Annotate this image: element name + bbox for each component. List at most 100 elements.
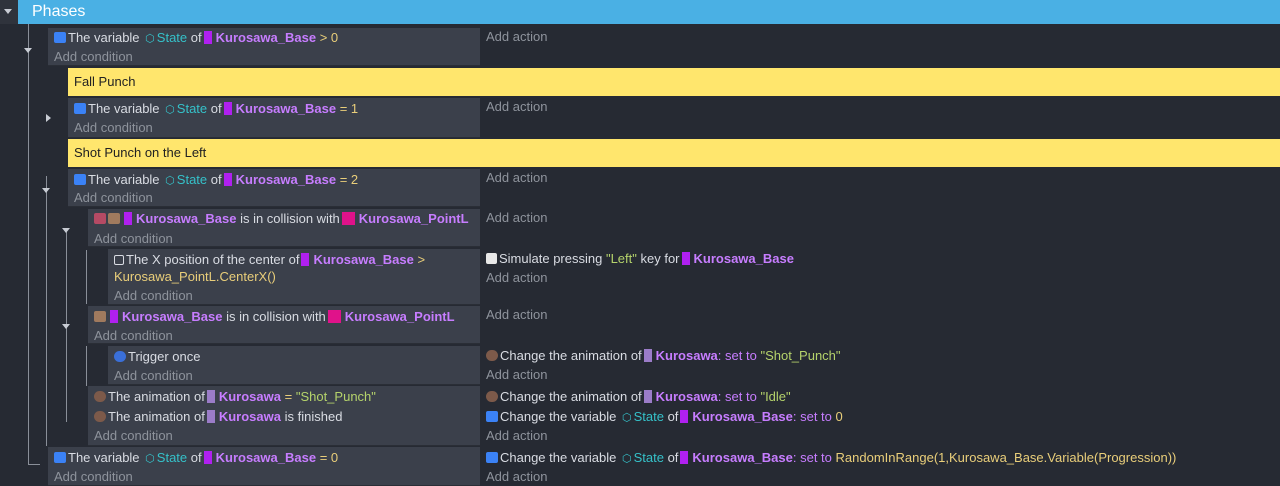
collapse-arrow-icon[interactable] (62, 324, 70, 329)
add-action-link[interactable]: Add action (486, 269, 547, 287)
variable-icon (74, 174, 86, 185)
trigger-once-icon (114, 351, 126, 362)
add-condition-link[interactable]: Add condition (74, 119, 153, 137)
tree-line (46, 176, 47, 446)
add-action-link[interactable]: Add action (486, 306, 547, 324)
add-condition-link[interactable]: Add condition (94, 327, 173, 345)
add-action-link[interactable]: Add action (486, 28, 547, 46)
object-thumbnail (110, 310, 118, 323)
event-3-conditions[interactable]: The variable ⬡ State of Kurosawa_Base = 2 … (68, 169, 480, 207)
action-change-variable[interactable]: Change the variable ⬡ State of Kurosawa_Ba… (486, 408, 843, 426)
object-thumbnail (203, 31, 212, 44)
comment-fall-punch[interactable]: Fall Punch (68, 68, 1280, 96)
expand-arrow-icon[interactable] (46, 114, 51, 122)
sprite-thumbnail (643, 390, 652, 403)
add-condition-link[interactable]: Add condition (74, 189, 153, 207)
object-thumbnail (124, 212, 132, 225)
event-7-actions[interactable]: Change the animation of Kurosawa: set to … (480, 346, 1280, 385)
animation-icon (94, 411, 106, 422)
object-thumbnail (680, 451, 689, 464)
object-thumbnail (203, 451, 212, 464)
variable-icon (486, 411, 498, 422)
event-6-actions[interactable]: Add action (480, 306, 1280, 344)
animation-icon (486, 350, 498, 361)
object-thumbnail (223, 173, 232, 186)
object-pair-icon (94, 311, 106, 322)
action-change-animation[interactable]: Change the animation of Kurosawa: set to … (486, 388, 791, 406)
condition-animation-compare[interactable]: The animation of Kurosawa = "Shot_Punch" (94, 388, 376, 406)
action-change-variable[interactable]: Change the variable ⬡ State of Kurosawa_Ba… (486, 449, 1176, 467)
event-9-actions[interactable]: Change the variable ⬡ State of Kurosawa_Ba… (480, 447, 1280, 486)
event-8-actions[interactable]: Change the animation of Kurosawa: set to … (480, 386, 1280, 446)
condition-expression: Kurosawa_PointL.CenterX() (114, 269, 276, 284)
object-thumbnail (223, 102, 232, 115)
condition-collision[interactable]: Kurosawa_Base is in collision with Kurosa… (94, 210, 469, 228)
tree-line (86, 346, 87, 386)
object-thumbnail (301, 253, 310, 266)
add-action-link[interactable]: Add action (486, 366, 547, 384)
event-2-conditions[interactable]: The variable ⬡ State of Kurosawa_Base = 1 … (68, 98, 480, 138)
event-3-actions[interactable]: Add action (480, 169, 1280, 207)
collision-icon (94, 213, 106, 224)
tree-line (28, 464, 40, 465)
sprite-thumbnail (643, 349, 652, 362)
add-condition-link[interactable]: Add condition (54, 48, 133, 66)
add-action-link[interactable]: Add action (486, 468, 547, 486)
event-8-conditions[interactable]: The animation of Kurosawa = "Shot_Punch" … (88, 386, 480, 446)
event-6-conditions[interactable]: Kurosawa_Base is in collision with Kurosa… (88, 306, 480, 344)
object-thumbnail (327, 310, 341, 323)
collapse-arrow-icon[interactable] (4, 9, 12, 14)
event-1-conditions[interactable]: The variable ⬡ State of Kurosawa_Base > 0 … (48, 28, 480, 66)
object-thumbnail (680, 410, 689, 423)
event-2-actions[interactable]: Add action (480, 98, 1280, 138)
condition-variable-compare[interactable]: The variable ⬡ State of Kurosawa_Base > 0 (54, 29, 338, 47)
add-condition-link[interactable]: Add condition (94, 230, 173, 248)
animation-icon (94, 391, 106, 402)
add-action-link[interactable]: Add action (486, 209, 547, 227)
condition-trigger-once[interactable]: Trigger once (114, 348, 201, 366)
collapse-arrow-icon[interactable] (42, 188, 50, 193)
add-action-link[interactable]: Add action (486, 169, 547, 187)
cube-icon: ⬡ (165, 104, 175, 116)
cube-icon: ⬡ (621, 453, 632, 465)
event-4-conditions[interactable]: Kurosawa_Base is in collision with Kurosa… (88, 209, 480, 247)
variable-icon (74, 103, 86, 114)
cube-icon: ⬡ (145, 453, 155, 465)
event-5-actions[interactable]: Simulate pressing "Left" key for Kurosawa… (480, 249, 1280, 305)
group-phases-header[interactable]: Phases (18, 0, 1280, 24)
variable-icon (54, 452, 66, 463)
add-condition-link[interactable]: Add condition (114, 367, 193, 385)
collapse-arrow-icon[interactable] (62, 228, 70, 233)
tree-line (86, 250, 87, 304)
action-simulate-key[interactable]: Simulate pressing "Left" key for Kurosawa… (486, 250, 794, 268)
object-pair-icon (108, 213, 120, 224)
condition-variable-compare[interactable]: The variable ⬡ State of Kurosawa_Base = 1 (74, 100, 358, 118)
add-action-link[interactable]: Add action (486, 98, 547, 116)
event-9-conditions[interactable]: The variable ⬡ State of Kurosawa_Base = 0 … (48, 447, 480, 486)
event-7-conditions[interactable]: Trigger once Add condition (108, 346, 480, 385)
add-condition-link[interactable]: Add condition (94, 427, 173, 445)
cube-icon: ⬡ (165, 175, 175, 187)
collapse-arrow-icon[interactable] (24, 48, 32, 53)
sprite-thumbnail (206, 410, 215, 423)
checkbox-icon (114, 255, 124, 265)
keyboard-key-icon (486, 253, 497, 264)
condition-animation-finished[interactable]: The animation of Kurosawa is finished (94, 408, 342, 426)
sprite-thumbnail (206, 390, 215, 403)
add-action-link[interactable]: Add action (486, 427, 547, 445)
object-thumbnail (341, 212, 355, 225)
condition-position-compare[interactable]: The X position of the center of Kurosawa_… (114, 251, 425, 269)
object-thumbnail (681, 252, 690, 265)
event-1-actions[interactable]: Add action (480, 28, 1280, 66)
variable-icon (54, 32, 66, 43)
action-change-animation[interactable]: Change the animation of Kurosawa: set to … (486, 347, 841, 365)
comment-shot-punch-left[interactable]: Shot Punch on the Left (68, 139, 1280, 167)
event-4-actions[interactable]: Add action (480, 209, 1280, 247)
condition-collision[interactable]: Kurosawa_Base is in collision with Kurosa… (94, 308, 455, 326)
event-5-conditions[interactable]: The X position of the center of Kurosawa_… (108, 249, 480, 305)
condition-variable-compare[interactable]: The variable ⬡ State of Kurosawa_Base = 2 (74, 171, 358, 189)
condition-variable-compare[interactable]: The variable ⬡ State of Kurosawa_Base = 0 (54, 449, 338, 467)
add-condition-link[interactable]: Add condition (54, 468, 133, 486)
cube-icon: ⬡ (621, 412, 632, 424)
add-condition-link[interactable]: Add condition (114, 287, 193, 305)
